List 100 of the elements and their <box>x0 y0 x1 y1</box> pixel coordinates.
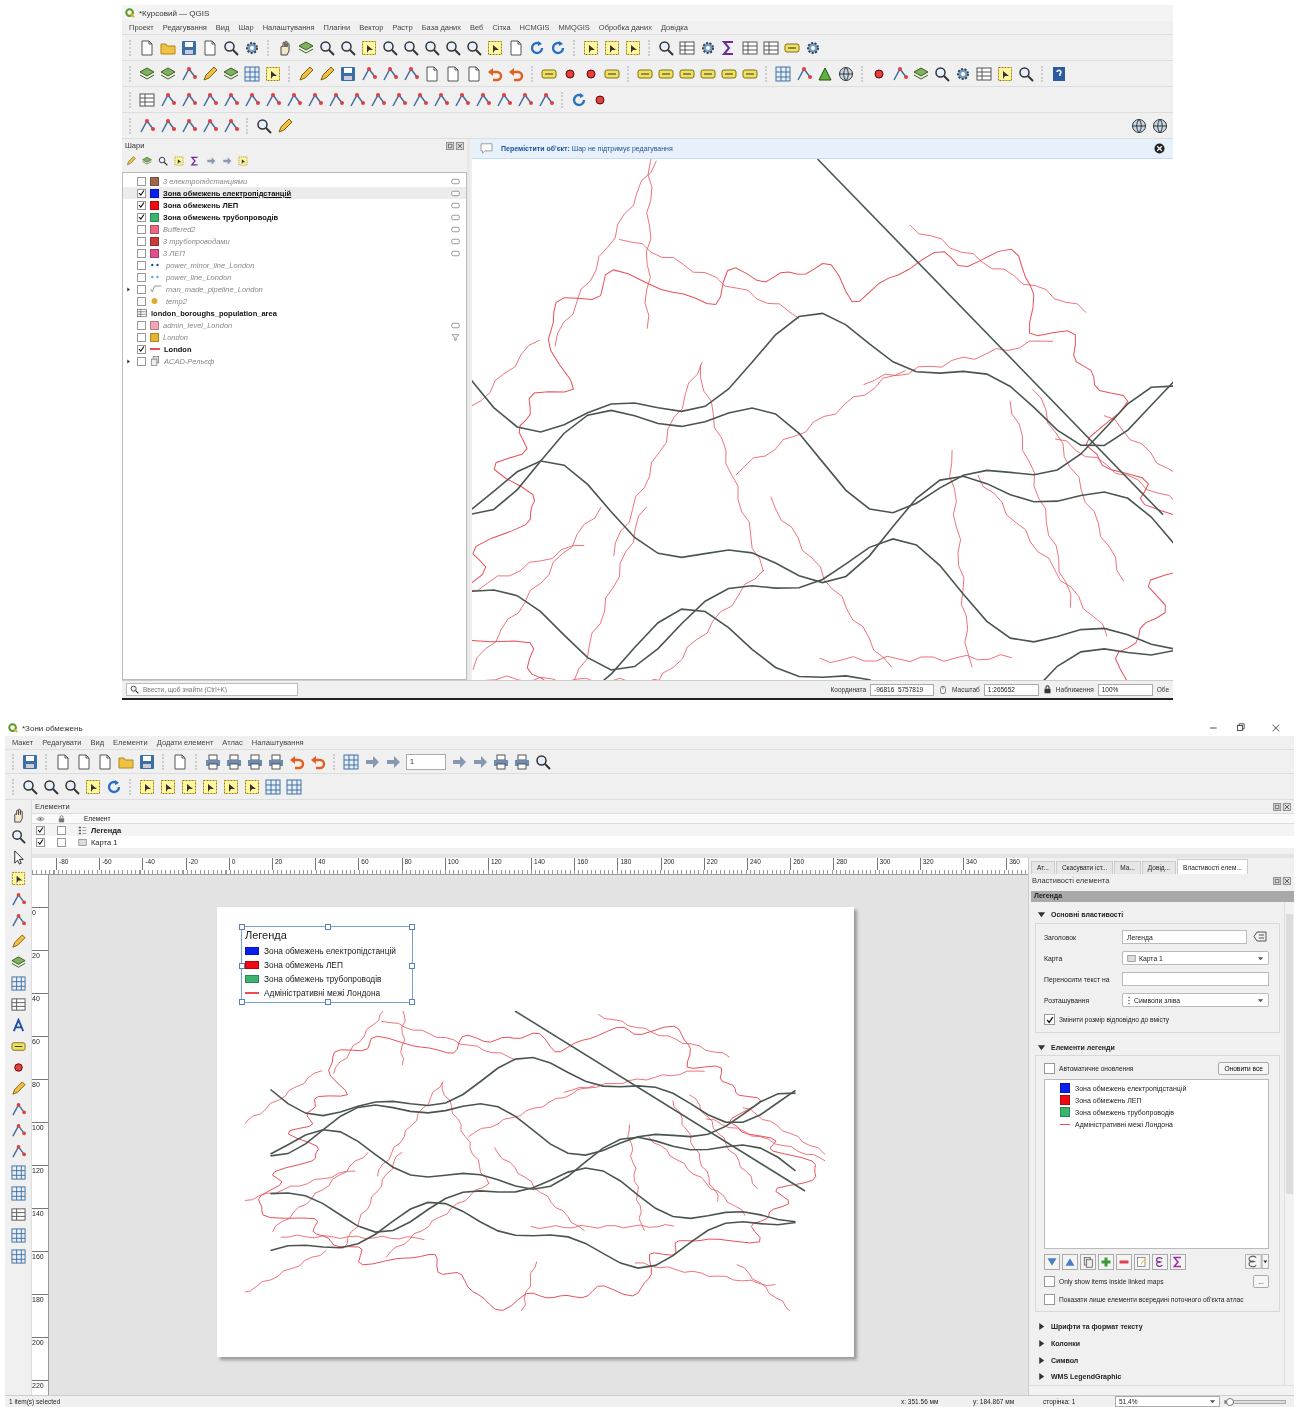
selection-icon[interactable] <box>10 871 26 886</box>
globe-icon[interactable] <box>1152 117 1168 134</box>
checkbox[interactable] <box>137 188 146 198</box>
node-icon[interactable] <box>391 91 407 108</box>
node-icon[interactable] <box>328 91 344 108</box>
collapsed-arrow-icon[interactable] <box>125 286 131 292</box>
magnifier-icon[interactable] <box>382 39 398 56</box>
refresh-icon[interactable] <box>571 91 587 108</box>
node-icon[interactable] <box>370 91 386 108</box>
checkbox[interactable] <box>137 176 146 186</box>
table-icon[interactable] <box>139 91 155 108</box>
selection-icon[interactable] <box>997 65 1013 82</box>
layers-icon[interactable] <box>913 65 929 82</box>
label-icon[interactable] <box>10 1039 26 1054</box>
node-icon[interactable] <box>181 117 197 134</box>
node-icon[interactable] <box>349 91 365 108</box>
selection-icon[interactable] <box>160 778 176 795</box>
grid-icon[interactable] <box>10 976 26 991</box>
magnifier-icon[interactable] <box>22 778 38 795</box>
node-icon[interactable] <box>517 91 533 108</box>
magnifier-icon[interactable] <box>223 39 239 56</box>
node-icon[interactable] <box>10 913 26 928</box>
triangle-icon[interactable] <box>817 65 833 82</box>
arrow-icon[interactable] <box>364 753 380 770</box>
node-icon[interactable] <box>892 65 908 82</box>
printer-icon[interactable] <box>268 753 284 770</box>
checkbox[interactable] <box>1044 1062 1055 1074</box>
document-icon[interactable] <box>445 65 461 82</box>
refresh-icon[interactable] <box>550 39 566 56</box>
pencil-icon[interactable] <box>10 934 26 949</box>
resize-handle[interactable] <box>409 963 415 969</box>
undo-icon[interactable] <box>487 65 503 82</box>
magnifier-icon[interactable] <box>340 39 356 56</box>
checkbox[interactable] <box>137 272 146 282</box>
refresh-icon[interactable] <box>106 778 122 795</box>
table-icon[interactable] <box>10 1207 26 1222</box>
hand-icon[interactable] <box>277 39 293 56</box>
node-icon[interactable] <box>202 117 218 134</box>
move-up-icon[interactable] <box>1062 1253 1078 1270</box>
collapsed-arrow-icon[interactable] <box>1037 1338 1046 1348</box>
memory-layer-icon[interactable] <box>451 249 460 257</box>
sigma-icon[interactable] <box>1170 1253 1186 1270</box>
node-icon[interactable] <box>403 65 419 82</box>
checkbox[interactable] <box>137 296 146 306</box>
selection-icon[interactable] <box>139 778 155 795</box>
expanded-arrow-icon[interactable] <box>1037 1042 1046 1052</box>
magnifier-icon[interactable] <box>934 65 950 82</box>
grid-icon[interactable] <box>10 1249 26 1264</box>
help-icon[interactable] <box>1051 65 1067 82</box>
magnifier-icon[interactable] <box>43 778 59 795</box>
magnifier-icon[interactable] <box>445 39 461 56</box>
gear-icon[interactable] <box>244 39 260 56</box>
magnifier-icon[interactable] <box>10 829 26 844</box>
memory-layer-icon[interactable] <box>451 201 460 209</box>
epsilon-icon[interactable] <box>1152 1253 1168 1270</box>
grid-icon[interactable] <box>286 778 302 795</box>
table-icon[interactable] <box>763 39 779 56</box>
node-icon[interactable] <box>538 91 554 108</box>
checkbox[interactable] <box>1044 1275 1055 1287</box>
checkbox[interactable] <box>137 200 146 210</box>
lock-icon[interactable] <box>1042 685 1052 694</box>
node-icon[interactable] <box>412 91 428 108</box>
move-down-icon[interactable] <box>1044 1253 1060 1270</box>
node-icon[interactable] <box>223 117 239 134</box>
collapsed-arrow-icon[interactable] <box>1037 1355 1046 1365</box>
document-icon[interactable] <box>508 39 524 56</box>
memory-layer-icon[interactable] <box>451 189 460 197</box>
checkbox[interactable] <box>36 837 45 847</box>
layers-icon[interactable] <box>10 955 26 970</box>
globe-icon[interactable] <box>1131 117 1147 134</box>
resize-handle[interactable] <box>325 924 331 930</box>
gear-icon[interactable] <box>805 39 821 56</box>
undo-icon[interactable] <box>289 753 305 770</box>
checkbox[interactable] <box>137 212 146 222</box>
collapsed-arrow-icon[interactable] <box>125 358 131 364</box>
magnifier-icon[interactable] <box>1018 65 1034 82</box>
collapsed-arrow-icon[interactable] <box>1037 1372 1046 1382</box>
pencil-icon[interactable] <box>319 65 335 82</box>
collapsed-arrow-icon[interactable] <box>1037 1322 1046 1332</box>
checkbox[interactable] <box>137 260 146 270</box>
group-icon[interactable] <box>1080 1253 1096 1270</box>
plus-icon[interactable] <box>1098 1253 1114 1270</box>
legend-frame[interactable]: Легенда Зона обмежень електропідстанцій Зона обмежень ЛЕП Зона обмежень трубопроводів Адміністративні межі Лондона <box>241 926 413 1003</box>
pencil-icon[interactable] <box>126 156 136 166</box>
node-icon[interactable] <box>10 892 26 907</box>
printer-icon[interactable] <box>493 753 509 770</box>
resize-handle[interactable] <box>409 999 415 1005</box>
table-icon[interactable] <box>10 997 26 1012</box>
dock-buttons-icon[interactable] <box>1273 802 1291 811</box>
checkbox[interactable] <box>137 356 146 366</box>
minus-icon[interactable] <box>1116 1253 1132 1270</box>
memory-layer-icon[interactable] <box>451 177 460 185</box>
node-icon[interactable] <box>202 91 218 108</box>
document-icon[interactable] <box>97 753 113 770</box>
document-icon[interactable] <box>466 65 482 82</box>
expanded-arrow-icon[interactable] <box>1037 909 1046 919</box>
table-icon[interactable] <box>976 65 992 82</box>
printer-icon[interactable] <box>247 753 263 770</box>
checkbox[interactable] <box>137 248 146 258</box>
text-icon[interactable] <box>10 1018 26 1033</box>
